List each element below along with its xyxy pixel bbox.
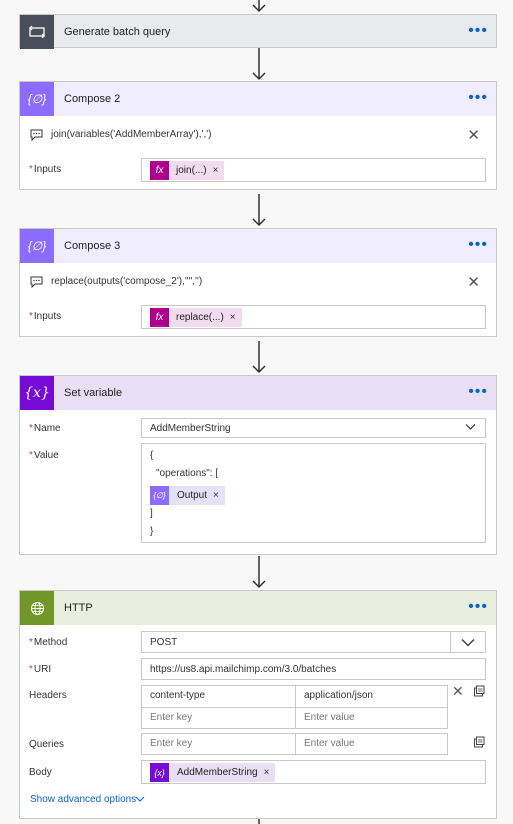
set-variable-card: {x} Set variable ••• *Name AddMemberStri… [19, 375, 497, 555]
code-line: } [150, 526, 154, 537]
uri-value: https://us8.api.mailchimp.com/3.0/batche… [150, 664, 337, 675]
variable-icon: {x} [150, 763, 169, 782]
uri-input[interactable]: https://us8.api.mailchimp.com/3.0/batche… [141, 658, 486, 680]
body-label: Body [29, 767, 52, 778]
more-options-icon[interactable]: ••• [468, 23, 488, 39]
fx-icon: fx [150, 161, 169, 180]
compose-icon: {∅} [20, 229, 54, 263]
remove-token-icon[interactable]: × [213, 490, 219, 501]
compose-icon: {∅} [20, 82, 54, 116]
card-header[interactable]: {∅} Compose 2 ••• [20, 82, 496, 116]
advanced-label: Show advanced options [30, 794, 137, 805]
expression-token[interactable]: fx join(...) × [150, 161, 225, 180]
card-title: Compose 2 [64, 93, 121, 105]
close-icon[interactable]: ✕ [467, 273, 480, 291]
variable-token[interactable]: {x} AddMemberString × [150, 763, 276, 782]
more-options-icon[interactable]: ••• [468, 599, 488, 615]
query-value-input[interactable]: Enter value [296, 734, 447, 754]
header-key-value: content-type [150, 690, 206, 701]
method-value: POST [150, 637, 178, 648]
token-label: join(...) [176, 165, 207, 176]
http-card: HTTP ••• *Method POST *URI https://us8.a… [19, 590, 497, 819]
output-token[interactable]: {∅} Output × [150, 486, 225, 505]
value-label: *Value [29, 450, 59, 461]
flow-arrow [252, 0, 266, 13]
switch-text-mode-icon[interactable] [473, 736, 485, 751]
headers-table: content-type application/json Enter key … [141, 685, 448, 729]
generate-batch-query-card[interactable]: Generate batch query ••• [19, 14, 497, 49]
card-title: Generate batch query [64, 26, 171, 38]
inputs-label: *Inputs [29, 311, 62, 322]
card-title: Compose 3 [64, 240, 121, 252]
more-options-icon[interactable]: ••• [468, 384, 488, 400]
more-options-icon[interactable]: ••• [468, 237, 488, 253]
card-title: Set variable [64, 387, 123, 399]
expression-token[interactable]: fx replace(...) × [150, 308, 242, 327]
name-value: AddMemberString [150, 423, 231, 434]
card-header[interactable]: HTTP ••• [20, 591, 496, 625]
close-icon[interactable]: ✕ [467, 126, 480, 144]
comment-text: join(variables('AddMemberArray'),',') [51, 129, 212, 140]
chevron-down-icon [465, 422, 476, 434]
flow-arrow [252, 556, 266, 589]
code-line: ] [150, 508, 153, 519]
chevron-down-icon [135, 794, 145, 806]
name-dropdown[interactable]: AddMemberString [141, 418, 486, 438]
card-header[interactable]: {∅} Compose 3 ••• [20, 229, 496, 263]
value-placeholder: Enter value [304, 738, 355, 749]
name-label: *Name [29, 423, 61, 434]
key-placeholder: Enter key [150, 738, 193, 749]
headers-label: Headers [29, 690, 67, 701]
inputs-label: *Inputs [29, 164, 62, 175]
flow-arrow [258, 819, 260, 824]
compose-3-card: {∅} Compose 3 ••• replace(outputs('compo… [19, 228, 497, 337]
inputs-field[interactable]: fx join(...) × [141, 158, 486, 182]
remove-token-icon[interactable]: × [213, 165, 219, 176]
header-value-input[interactable]: Enter value [296, 708, 447, 728]
header-value-value: application/json [304, 690, 373, 701]
method-dropdown[interactable]: POST [141, 631, 486, 653]
remove-token-icon[interactable]: × [264, 767, 270, 778]
compose-2-card: {∅} Compose 2 ••• join(variables('AddMem… [19, 81, 497, 190]
queries-table: Enter key Enter value [141, 733, 448, 755]
flow-arrow [252, 48, 266, 81]
body-input[interactable]: {x} AddMemberString × [141, 760, 486, 784]
token-label: AddMemberString [177, 767, 258, 778]
compose-icon: {∅} [150, 486, 169, 505]
inputs-field[interactable]: fx replace(...) × [141, 305, 486, 329]
card-header[interactable]: {x} Set variable ••• [20, 376, 496, 410]
value-editor[interactable]: { "operations": [ {∅} Output × ] } [141, 443, 486, 543]
comment-text: replace(outputs('compose_2'),'"','') [51, 276, 203, 287]
card-title: HTTP [64, 602, 93, 614]
flow-arrow [252, 194, 266, 227]
variable-icon: {x} [20, 376, 54, 410]
flow-arrow [252, 341, 266, 374]
uri-label: *URI [29, 664, 52, 675]
code-line: "operations": [ [156, 468, 219, 479]
token-label: Output [177, 490, 208, 501]
method-label: *Method [29, 637, 68, 648]
remove-token-icon[interactable]: × [230, 312, 236, 323]
comment-row: join(variables('AddMemberArray'),',') ✕ [20, 126, 496, 144]
header-key-input[interactable]: content-type [142, 686, 296, 708]
token-label: replace(...) [176, 312, 224, 323]
key-placeholder: Enter key [150, 712, 193, 723]
more-options-icon[interactable]: ••• [468, 90, 488, 106]
query-key-input[interactable]: Enter key [142, 734, 296, 754]
globe-icon [20, 591, 54, 625]
loop-icon [20, 15, 54, 49]
comment-row: replace(outputs('compose_2'),'"','') ✕ [20, 273, 496, 291]
value-placeholder: Enter value [304, 712, 355, 723]
delete-row-icon[interactable]: ✕ [452, 683, 464, 700]
code-line: { [150, 450, 154, 461]
header-value-input[interactable]: application/json [296, 686, 447, 708]
comment-icon [30, 129, 43, 144]
header-key-input[interactable]: Enter key [142, 708, 296, 728]
show-advanced-options-link[interactable]: Show advanced options [20, 793, 496, 807]
comment-icon [30, 276, 43, 291]
queries-label: Queries [29, 739, 65, 750]
switch-text-mode-icon[interactable] [473, 685, 485, 700]
chevron-down-icon[interactable] [450, 632, 485, 652]
fx-icon: fx [150, 308, 169, 327]
